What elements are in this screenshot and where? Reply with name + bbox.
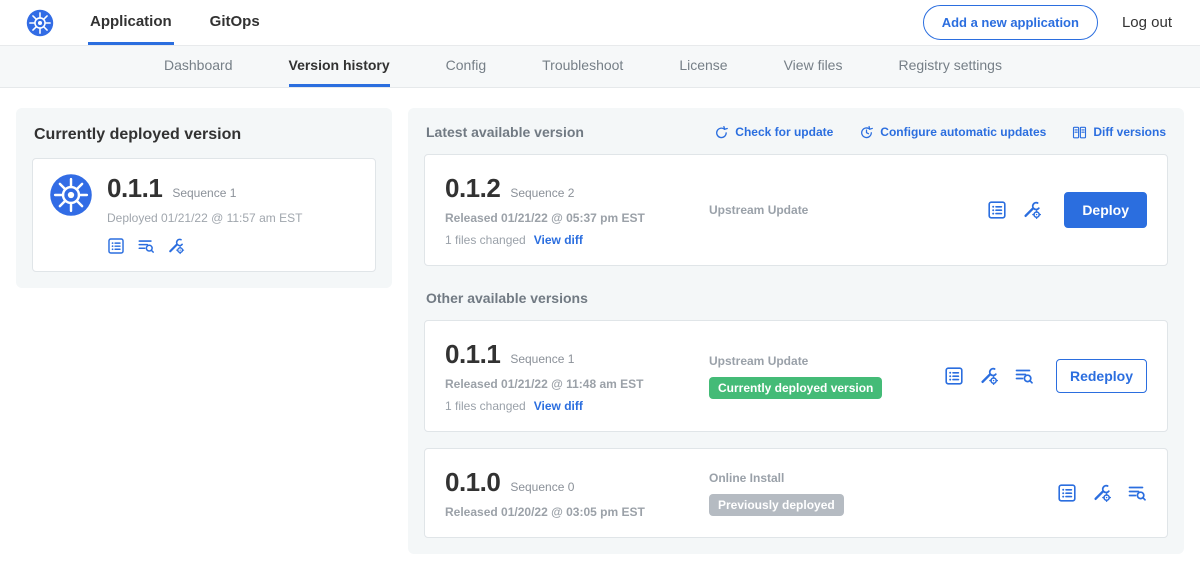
edit-config-icon[interactable] bbox=[1022, 200, 1042, 220]
edit-config-icon[interactable] bbox=[167, 237, 185, 255]
version-source-label: Upstream Update bbox=[709, 354, 944, 368]
version-number: 0.1.2 bbox=[445, 173, 500, 204]
subnav-item-version-history[interactable]: Version history bbox=[289, 46, 390, 87]
kubernetes-logo-icon bbox=[26, 9, 54, 37]
previously-deployed-badge: Previously deployed bbox=[709, 494, 844, 516]
top-bar: Application GitOps Add a new application… bbox=[0, 0, 1200, 46]
configure-automatic-updates-link[interactable]: Configure automatic updates bbox=[859, 125, 1046, 140]
subnav-item-troubleshoot[interactable]: Troubleshoot bbox=[542, 46, 623, 87]
files-changed-label: 1 files changed bbox=[445, 399, 526, 413]
deployed-timestamp: Deployed 01/21/22 @ 11:57 am EST bbox=[107, 211, 302, 225]
logout-link[interactable]: Log out bbox=[1122, 14, 1172, 31]
view-files-icon[interactable] bbox=[1014, 366, 1034, 386]
subnav-item-dashboard[interactable]: Dashboard bbox=[164, 46, 233, 87]
subnav-item-view-files[interactable]: View files bbox=[784, 46, 843, 87]
subnav-item-license[interactable]: License bbox=[679, 46, 727, 87]
diff-versions-label: Diff versions bbox=[1093, 125, 1166, 139]
kubernetes-logo-icon bbox=[49, 173, 93, 217]
app-subnav: Dashboard Version history Config Trouble… bbox=[0, 46, 1200, 88]
diff-versions-link[interactable]: Diff versions bbox=[1072, 125, 1166, 140]
version-number: 0.1.1 bbox=[445, 339, 500, 370]
sequence-label: Sequence 0 bbox=[510, 480, 574, 494]
sequence-label: Sequence 2 bbox=[510, 186, 574, 200]
deployed-sequence-label: Sequence 1 bbox=[172, 186, 236, 200]
view-files-icon[interactable] bbox=[1127, 483, 1147, 503]
sequence-label: Sequence 1 bbox=[510, 352, 574, 366]
version-row-latest: 0.1.2 Sequence 2 Released 01/21/22 @ 05:… bbox=[424, 154, 1168, 266]
preflight-checks-icon[interactable] bbox=[944, 366, 964, 386]
version-row: 0.1.1 Sequence 1 Released 01/21/22 @ 11:… bbox=[424, 320, 1168, 432]
released-timestamp: Released 01/21/22 @ 05:37 pm EST bbox=[445, 211, 697, 225]
view-files-icon[interactable] bbox=[137, 237, 155, 255]
app-logo bbox=[26, 0, 54, 45]
version-row: 0.1.0 Sequence 0 Released 01/20/22 @ 03:… bbox=[424, 448, 1168, 538]
tab-gitops[interactable]: GitOps bbox=[208, 0, 262, 45]
view-diff-link[interactable]: View diff bbox=[534, 399, 583, 413]
version-source-label: Online Install bbox=[709, 471, 1057, 485]
auto-update-icon bbox=[859, 125, 874, 140]
available-versions-panel: Latest available version Check for updat… bbox=[408, 108, 1184, 554]
other-versions-heading: Other available versions bbox=[426, 290, 1166, 306]
tab-application[interactable]: Application bbox=[88, 0, 174, 45]
version-source-label: Upstream Update bbox=[709, 203, 987, 217]
edit-config-icon[interactable] bbox=[1092, 483, 1112, 503]
check-for-update-label: Check for update bbox=[735, 125, 833, 139]
version-history-page: Currently deployed version 0.1.1 Sequenc… bbox=[0, 88, 1200, 574]
redeploy-button[interactable]: Redeploy bbox=[1056, 359, 1147, 393]
add-application-button[interactable]: Add a new application bbox=[923, 5, 1098, 40]
deployed-version-number: 0.1.1 bbox=[107, 173, 162, 204]
configure-automatic-updates-label: Configure automatic updates bbox=[880, 125, 1046, 139]
subnav-item-config[interactable]: Config bbox=[446, 46, 486, 87]
check-for-update-link[interactable]: Check for update bbox=[714, 125, 833, 140]
deployed-panel-title: Currently deployed version bbox=[34, 126, 374, 144]
view-diff-link[interactable]: View diff bbox=[534, 233, 583, 247]
diff-icon bbox=[1072, 125, 1087, 140]
preflight-checks-icon[interactable] bbox=[107, 237, 125, 255]
files-changed-label: 1 files changed bbox=[445, 233, 526, 247]
edit-config-icon[interactable] bbox=[979, 366, 999, 386]
preflight-checks-icon[interactable] bbox=[987, 200, 1007, 220]
preflight-checks-icon[interactable] bbox=[1057, 483, 1077, 503]
refresh-icon bbox=[714, 125, 729, 140]
version-number: 0.1.0 bbox=[445, 467, 500, 498]
currently-deployed-badge: Currently deployed version bbox=[709, 377, 882, 399]
app-icon bbox=[49, 173, 93, 255]
subnav-item-registry-settings[interactable]: Registry settings bbox=[898, 46, 1001, 87]
deploy-button[interactable]: Deploy bbox=[1064, 192, 1147, 228]
released-timestamp: Released 01/20/22 @ 03:05 pm EST bbox=[445, 505, 697, 519]
currently-deployed-panel: Currently deployed version 0.1.1 Sequenc… bbox=[16, 108, 392, 288]
released-timestamp: Released 01/21/22 @ 11:48 am EST bbox=[445, 377, 697, 391]
deployed-version-card: 0.1.1 Sequence 1 Deployed 01/21/22 @ 11:… bbox=[32, 158, 376, 272]
latest-version-heading: Latest available version bbox=[426, 124, 584, 140]
